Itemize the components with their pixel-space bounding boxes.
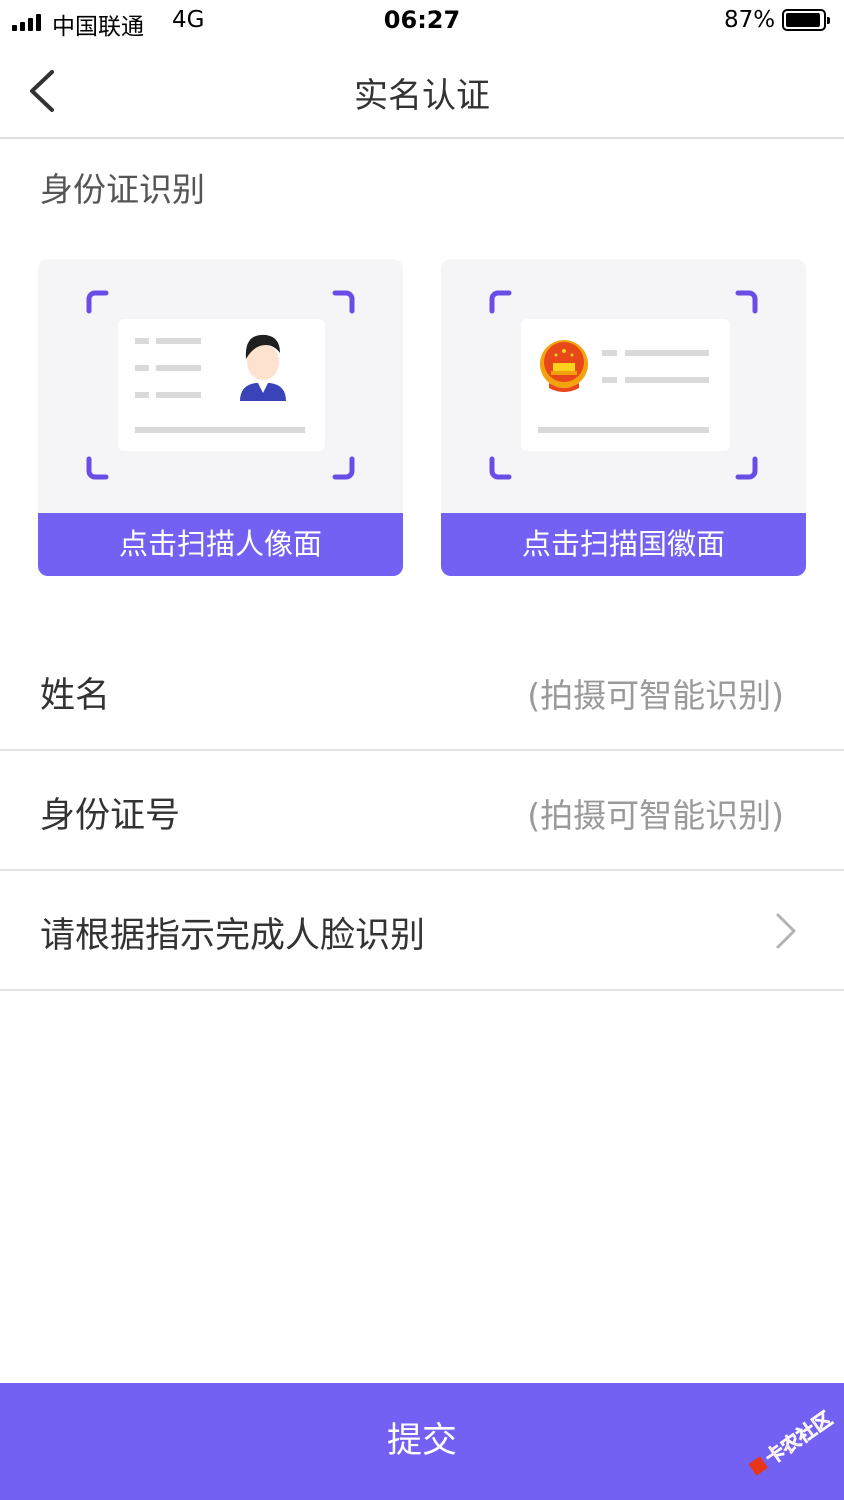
battery-percent: 87% — [724, 7, 776, 33]
status-time: 06:27 — [383, 6, 461, 34]
submit-button[interactable]: 提交 — [0, 1383, 844, 1500]
face-recognition-row[interactable]: 请根据指示完成人脸识别 — [0, 871, 844, 991]
face-recognition-label: 请根据指示完成人脸识别 — [40, 916, 426, 956]
name-label: 姓名 — [40, 676, 111, 716]
scan-portrait-button[interactable]: 点击扫描人像面 — [38, 513, 403, 576]
name-field-row[interactable]: 姓名 (拍摄可智能识别) — [0, 631, 844, 751]
scan-portrait-card[interactable]: 点击扫描人像面 — [38, 259, 403, 576]
chevron-right-icon — [776, 913, 796, 949]
id-number-hint: (拍摄可智能识别) — [527, 796, 784, 835]
watermark-logo: 卡农社区 — [748, 1408, 837, 1476]
national-emblem-id-card-icon — [489, 290, 758, 480]
status-bar: 中国联通 4G 06:27 87% — [0, 0, 844, 44]
id-number-label: 身份证号 — [40, 796, 181, 836]
name-hint: (拍摄可智能识别) — [527, 676, 784, 715]
scan-emblem-button[interactable]: 点击扫描国徽面 — [441, 513, 806, 576]
nav-bar: 实名认证 — [0, 44, 844, 139]
id-number-field-row[interactable]: 身份证号 (拍摄可智能识别) — [0, 751, 844, 871]
battery-icon — [782, 9, 830, 31]
svg-text:卡农社区: 卡农社区 — [761, 1408, 836, 1469]
page-title: 实名认证 — [354, 76, 490, 116]
scan-emblem-card[interactable]: 点击扫描国徽面 — [441, 259, 806, 576]
section-title: 身份证识别 — [40, 170, 205, 209]
portrait-id-card-icon — [86, 290, 355, 480]
